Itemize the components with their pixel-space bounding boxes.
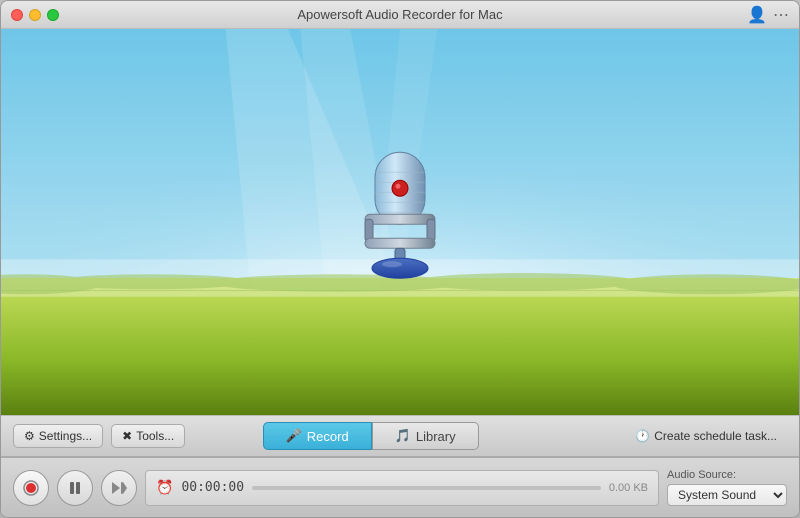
maximize-button[interactable] — [47, 9, 59, 21]
controls-bar: ⏰ 00:00:00 0.00 KB Audio Source: System … — [1, 457, 799, 517]
tools-icon: ✖ — [122, 429, 132, 443]
pause-button[interactable] — [57, 470, 93, 506]
minimize-button[interactable] — [29, 9, 41, 21]
window-title: Apowersoft Audio Recorder for Mac — [297, 7, 502, 22]
tab-record[interactable]: 🎤 Record — [263, 422, 372, 450]
microphone-icon — [345, 142, 455, 287]
tools-label: Tools... — [136, 429, 174, 443]
timer-display: 00:00:00 — [181, 480, 244, 495]
timer-icon: ⏰ — [156, 479, 173, 496]
audio-source-select[interactable]: System Sound — [667, 484, 787, 506]
mic-tab-icon: 🎤 — [286, 428, 302, 444]
app-window: Apowersoft Audio Recorder for Mac 👤 ⋯ — [0, 0, 800, 518]
menu-icon[interactable]: ⋯ — [773, 5, 789, 25]
audio-source-label: Audio Source: — [667, 469, 787, 481]
record-tab-label: Record — [307, 429, 349, 444]
close-button[interactable] — [11, 9, 23, 21]
progress-track — [252, 486, 601, 490]
user-icon: 👤 — [747, 5, 767, 25]
schedule-button[interactable]: 🕐 Create schedule task... — [625, 425, 787, 447]
clock-icon: 🕐 — [635, 429, 650, 443]
main-visual-area — [1, 29, 799, 415]
record-button[interactable] — [13, 470, 49, 506]
progress-area: ⏰ 00:00:00 0.00 KB — [145, 470, 659, 506]
library-tab-label: Library — [416, 429, 456, 444]
settings-label: Settings... — [39, 429, 92, 443]
settings-button[interactable]: ⚙ Settings... — [13, 424, 103, 448]
music-tab-icon: 🎵 — [395, 428, 411, 444]
gear-icon: ⚙ — [24, 429, 35, 443]
tools-button[interactable]: ✖ Tools... — [111, 424, 185, 448]
play-skip-button[interactable] — [101, 470, 137, 506]
titlebar-right-icons: 👤 ⋯ — [747, 5, 789, 25]
traffic-lights — [11, 9, 59, 21]
titlebar: Apowersoft Audio Recorder for Mac 👤 ⋯ — [1, 1, 799, 29]
schedule-label: Create schedule task... — [654, 429, 777, 443]
tab-group: 🎤 Record 🎵 Library — [263, 422, 479, 450]
tab-library[interactable]: 🎵 Library — [372, 422, 479, 450]
file-size-display: 0.00 KB — [609, 482, 648, 494]
audio-source-group: Audio Source: System Sound — [667, 469, 787, 506]
toolbar: ⚙ Settings... ✖ Tools... 🎤 Record 🎵 Libr… — [1, 415, 799, 457]
